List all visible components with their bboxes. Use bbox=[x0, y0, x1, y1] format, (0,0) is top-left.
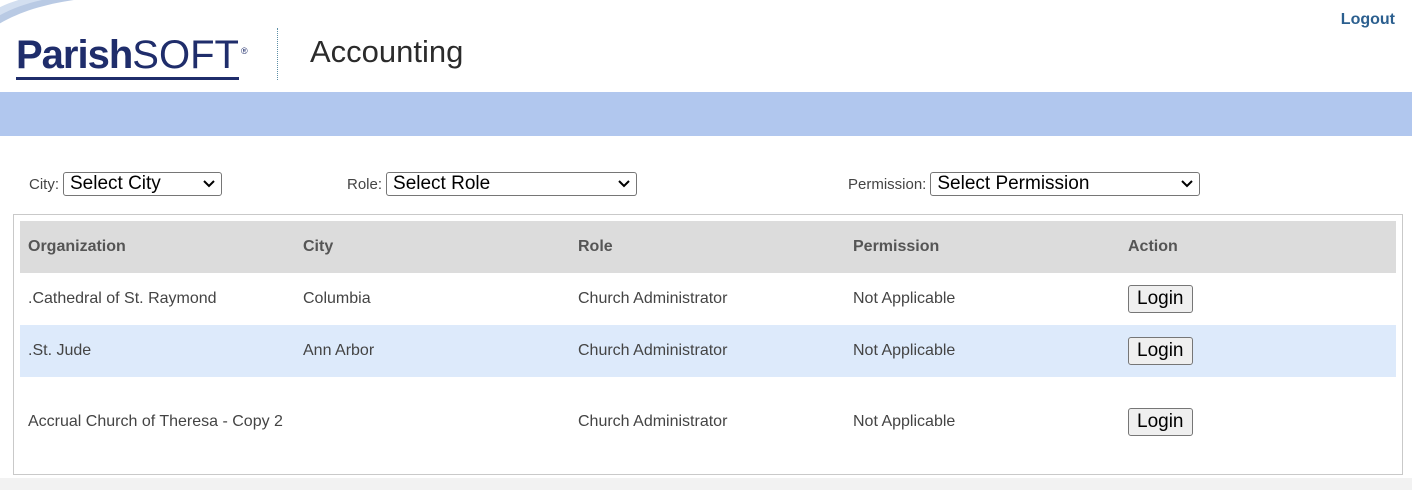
city-filter-label: City: bbox=[29, 175, 59, 193]
role-select-value: Select Role bbox=[393, 173, 491, 194]
permission-cell: Not Applicable bbox=[853, 290, 956, 307]
permission-select[interactable]: Select Permission bbox=[930, 172, 1201, 196]
table-row: .St. Jude Ann Arbor Church Administrator… bbox=[20, 325, 1396, 377]
chevron-down-icon bbox=[618, 180, 630, 188]
role-cell: Church Administrator bbox=[570, 325, 845, 377]
column-header-permission: Permission bbox=[845, 221, 1120, 273]
column-header-organization: Organization bbox=[20, 221, 295, 273]
city-select-value: Select City bbox=[70, 173, 161, 194]
logo-parish-text: Parish bbox=[16, 33, 133, 80]
role-filter-label: Role: bbox=[347, 175, 383, 193]
role-cell: Church Administrator bbox=[578, 413, 728, 430]
chevron-down-icon bbox=[203, 180, 215, 188]
city-cell: Ann Arbor bbox=[295, 325, 570, 377]
organization-cell: Accrual Church of Theresa - Copy 2 bbox=[28, 413, 283, 430]
role-filter: Role: Select Role bbox=[347, 172, 638, 196]
city-select[interactable]: Select City bbox=[63, 172, 222, 196]
table-row: Accrual Church of Theresa - Copy 2 Churc… bbox=[20, 377, 1396, 467]
role-cell: Church Administrator bbox=[578, 290, 728, 307]
city-cell bbox=[295, 377, 570, 467]
column-header-action: Action bbox=[1120, 221, 1396, 273]
page-footer-strip bbox=[0, 478, 1412, 490]
organizations-table-container: Organization City Role Permission Action… bbox=[13, 214, 1403, 475]
nav-band bbox=[0, 92, 1412, 136]
city-cell: Columbia bbox=[303, 290, 371, 307]
login-button[interactable]: Login bbox=[1128, 285, 1193, 313]
app-header: Parish SOFT ® Accounting Logout bbox=[0, 0, 1412, 92]
permission-cell: Not Applicable bbox=[845, 325, 1120, 377]
table-row: .Cathedral of St. Raymond Columbia Churc… bbox=[20, 273, 1396, 325]
filter-bar: City: Select City Role: Select Role Perm… bbox=[0, 136, 1412, 214]
login-button[interactable]: Login bbox=[1128, 408, 1193, 436]
organization-cell: .Cathedral of St. Raymond bbox=[28, 290, 217, 307]
chevron-down-icon bbox=[1181, 180, 1194, 188]
organizations-table: Organization City Role Permission Action… bbox=[20, 221, 1396, 467]
login-button[interactable]: Login bbox=[1128, 337, 1193, 365]
permission-select-value: Select Permission bbox=[937, 173, 1090, 194]
permission-cell: Not Applicable bbox=[853, 413, 956, 430]
action-cell: Login bbox=[1120, 325, 1396, 377]
table-header-row: Organization City Role Permission Action bbox=[20, 221, 1396, 273]
parishsoft-logo: Parish SOFT ® bbox=[16, 32, 248, 80]
column-header-city: City bbox=[295, 221, 570, 273]
role-select[interactable]: Select Role bbox=[386, 172, 638, 196]
organization-cell: .St. Jude bbox=[20, 325, 295, 377]
app-name: Accounting bbox=[310, 34, 464, 69]
logout-link[interactable]: Logout bbox=[1341, 11, 1395, 29]
logo-swoosh-graphic bbox=[0, 0, 75, 24]
logo-divider bbox=[277, 28, 278, 80]
column-header-role: Role bbox=[570, 221, 845, 273]
action-cell: Login bbox=[1120, 273, 1396, 325]
city-filter: City: Select City bbox=[29, 172, 222, 196]
action-cell: Login bbox=[1120, 377, 1396, 467]
permission-filter-label: Permission: bbox=[848, 175, 927, 193]
permission-filter: Permission: Select Permission bbox=[848, 172, 1201, 196]
logo-registered-mark: ® bbox=[240, 46, 248, 56]
logo-soft-text: SOFT bbox=[132, 33, 239, 80]
